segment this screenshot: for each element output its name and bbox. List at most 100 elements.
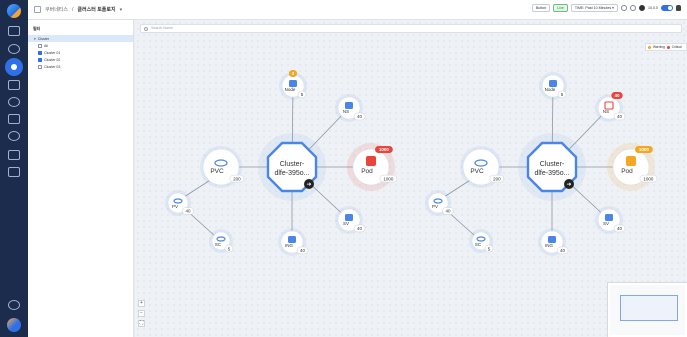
pvc-label: PVC bbox=[470, 168, 484, 175]
user-avatar[interactable] bbox=[7, 318, 21, 332]
pv-label: PV bbox=[432, 204, 438, 209]
tree-item[interactable]: All bbox=[28, 42, 133, 49]
cluster-name: dlfe-395o... bbox=[274, 170, 309, 177]
bell-nav-icon[interactable] bbox=[8, 131, 20, 141]
time-range-select[interactable]: TIME: Past 10 Minutes ▾ bbox=[570, 4, 618, 12]
zoom-out-button[interactable]: − bbox=[138, 310, 145, 317]
ing-label: ING bbox=[545, 243, 554, 248]
pause-icon[interactable] bbox=[621, 5, 627, 11]
minimap-viewport[interactable] bbox=[620, 295, 678, 321]
filter-title: 필터 bbox=[33, 26, 41, 31]
cluster-name: Cluster- bbox=[280, 161, 305, 168]
interval-label: 10.0.0 bbox=[648, 6, 658, 10]
pod-icon bbox=[366, 156, 376, 166]
zoom-in-button[interactable]: + bbox=[138, 300, 145, 307]
grid-icon[interactable] bbox=[8, 150, 20, 160]
breadcrumb-current[interactable]: 클러스터 토폴로지 bbox=[77, 6, 115, 13]
dashboard-icon[interactable] bbox=[8, 26, 20, 36]
pvc-icon bbox=[474, 159, 488, 167]
alert-badge-value: 1000 bbox=[639, 147, 650, 152]
breadcrumb-separator: / bbox=[72, 6, 74, 13]
tree-item[interactable]: Cluster 01 bbox=[28, 49, 133, 56]
top-bar: 쿠버네티스 / 클러스터 토폴로지 ▾ Button Live TIME: Pa… bbox=[28, 0, 687, 20]
node-label: Node bbox=[285, 87, 296, 92]
cluster-group[interactable]: Cluster-dlfe-395o...➜Node5NS4040Pod10001… bbox=[425, 72, 658, 256]
ns-label: NS bbox=[343, 109, 349, 114]
theme-toggle[interactable] bbox=[661, 5, 673, 11]
ing-label: ING bbox=[285, 243, 294, 248]
ingress-icon bbox=[288, 236, 296, 243]
tree-checkbox[interactable] bbox=[38, 43, 42, 48]
namespace-icon bbox=[345, 102, 353, 109]
alert-badge-value: 40 bbox=[614, 93, 620, 98]
pod-label: Pod bbox=[621, 168, 633, 175]
tree-item-label: Cluster 03 bbox=[44, 64, 61, 69]
settings-icon[interactable] bbox=[639, 5, 645, 11]
count-value: 40 bbox=[445, 209, 451, 214]
notification-bell-icon[interactable] bbox=[676, 5, 681, 11]
document-icon[interactable] bbox=[8, 167, 20, 177]
topology-canvas[interactable]: Cluster-dlfe-395o... ➜ Node 5 3 NS 40 Pod 1000 10… bbox=[135, 20, 687, 337]
cluster-group[interactable]: Cluster-dlfe-395o...➜Node53NS40Pod100010… bbox=[165, 70, 398, 256]
refresh-icon[interactable] bbox=[630, 5, 636, 11]
tree-item-label: Cluster 01 bbox=[44, 50, 61, 55]
sv-label: SV bbox=[343, 221, 349, 226]
topology-graph[interactable]: Cluster-dlfe-395o...➜Node53NS40Pod100010… bbox=[135, 20, 687, 337]
tree-item-label: All bbox=[44, 43, 48, 48]
count-value: 1000 bbox=[383, 176, 394, 181]
pod-icon bbox=[626, 156, 636, 166]
tree-item[interactable]: Cluster 02 bbox=[28, 56, 133, 63]
search-placeholder: Search Name bbox=[151, 26, 173, 30]
warning-dot-icon bbox=[648, 45, 651, 49]
time-range-label: TIME: Past 10 Minutes bbox=[574, 6, 612, 10]
service-icon bbox=[345, 214, 353, 221]
critical-dot-icon bbox=[666, 45, 670, 49]
alert-badge-value: 1000 bbox=[379, 147, 390, 152]
tree-item[interactable]: Cluster 03 bbox=[28, 63, 133, 70]
sc-label: SC bbox=[475, 242, 482, 247]
live-toggle[interactable]: Live bbox=[553, 4, 568, 12]
app-logo-icon[interactable] bbox=[7, 4, 21, 18]
tree-checkbox[interactable] bbox=[38, 50, 42, 55]
zoom-controls: + − ⛶ bbox=[138, 300, 145, 327]
arrow-glyph: ➜ bbox=[306, 181, 311, 188]
tree-item[interactable]: ▾ Cluster bbox=[28, 35, 133, 42]
arrow-glyph: ➜ bbox=[566, 181, 571, 188]
pod-label: Pod bbox=[361, 168, 373, 175]
count-value: 40 bbox=[357, 226, 363, 231]
help-icon[interactable] bbox=[8, 300, 20, 310]
tree-checkbox[interactable] bbox=[38, 57, 42, 62]
status-legend: Warning Critical bbox=[645, 43, 687, 51]
node-label: Node bbox=[545, 87, 556, 92]
toolbar-button[interactable]: Button bbox=[531, 4, 551, 12]
breadcrumb-parent[interactable]: 쿠버네티스 bbox=[45, 6, 68, 13]
cluster-name: Cluster- bbox=[540, 161, 565, 168]
cluster-name: dlfe-395o... bbox=[534, 170, 569, 177]
chevron-down-icon[interactable]: ▾ bbox=[120, 7, 123, 13]
node-icon bbox=[549, 80, 557, 87]
image-icon[interactable] bbox=[8, 114, 20, 124]
legend-critical: Critical bbox=[671, 45, 682, 49]
alert-icon[interactable] bbox=[8, 80, 20, 90]
toolbar: Button Live TIME: Past 10 Minutes ▾ 10.0… bbox=[531, 4, 681, 12]
menu-icon[interactable] bbox=[34, 6, 41, 13]
count-value: 40 bbox=[300, 248, 306, 253]
search-input[interactable]: Search Name bbox=[140, 24, 682, 33]
minimap[interactable] bbox=[607, 282, 687, 337]
storageclass-icon bbox=[216, 236, 226, 242]
sv-label: SV bbox=[603, 221, 609, 226]
database-icon[interactable] bbox=[8, 97, 20, 107]
node-icon bbox=[289, 80, 297, 87]
topology-icon[interactable] bbox=[5, 58, 23, 76]
pvc-icon bbox=[214, 159, 228, 167]
storageclass-icon bbox=[476, 236, 486, 242]
pv-icon bbox=[173, 198, 183, 204]
pv-icon bbox=[433, 198, 443, 204]
breadcrumb: 쿠버네티스 / 클러스터 토폴로지 ▾ bbox=[34, 6, 122, 13]
fit-view-button[interactable]: ⛶ bbox=[138, 320, 145, 327]
count-value: 200 bbox=[233, 176, 241, 181]
count-value: 200 bbox=[493, 176, 501, 181]
monitor-icon[interactable] bbox=[8, 44, 20, 54]
chevron-down-icon[interactable]: ▾ bbox=[34, 37, 36, 41]
tree-checkbox[interactable] bbox=[38, 64, 42, 69]
